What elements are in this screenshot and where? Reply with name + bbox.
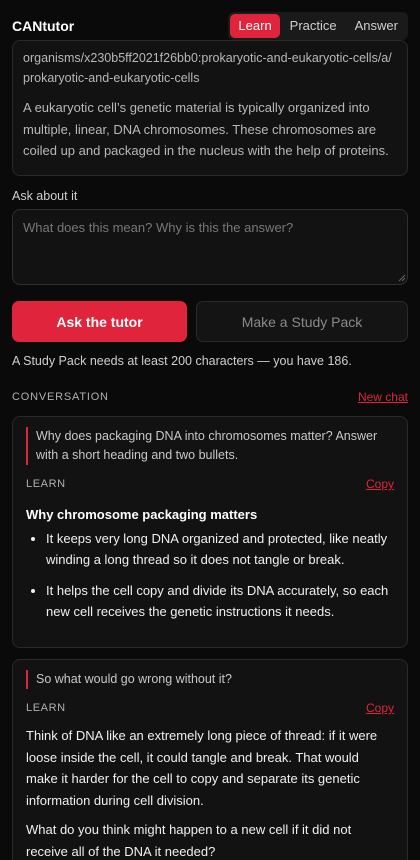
answer-paragraph: Think of DNA like an extremely long piec…	[26, 728, 378, 808]
source-content[interactable]: organisms/x230b5ff2021f26bb0:prokaryotic…	[12, 40, 408, 176]
mode-label: LEARN	[26, 478, 66, 490]
ask-tutor-button[interactable]: Ask the tutor	[12, 301, 187, 342]
resize-handle-icon[interactable]	[398, 274, 406, 282]
study-pack-hint: A Study Pack needs at least 200 characte…	[12, 354, 352, 368]
message-card: Why does packaging DNA into chromosomes …	[12, 416, 408, 648]
tab-practice[interactable]: Practice	[282, 14, 345, 38]
copy-button[interactable]: Copy	[366, 701, 394, 715]
answer-heading: Why chromosome packaging matters	[26, 507, 258, 522]
answer-paragraph: What do you think might happen to a new …	[26, 822, 352, 859]
mode-label: LEARN	[26, 702, 66, 714]
study-pack-button[interactable]: Make a Study Pack	[196, 301, 408, 342]
new-chat-link[interactable]: New chat	[358, 390, 408, 404]
ask-label: Ask about it	[12, 189, 78, 203]
source-url-text: organisms/x230b5ff2021f26bb0:prokaryotic…	[23, 51, 392, 85]
copy-button[interactable]: Copy	[366, 477, 394, 491]
message-card: So what would go wrong without it? LEARN…	[12, 659, 408, 860]
app-title: CANtutor	[12, 18, 75, 34]
answer-bullet: It helps the cell copy and divide its DN…	[46, 580, 394, 622]
source-body-text: A eukaryotic cell’s genetic material is …	[23, 100, 389, 158]
tab-answer[interactable]: Answer	[347, 14, 406, 38]
user-question: So what would go wrong without it?	[26, 670, 394, 689]
user-question: Why does packaging DNA into chromosomes …	[26, 427, 394, 465]
answer-bullets: It keeps very long DNA organized and pro…	[26, 528, 394, 622]
answer-bullet: It keeps very long DNA organized and pro…	[46, 528, 394, 570]
question-input[interactable]	[12, 209, 408, 285]
tab-learn[interactable]: Learn	[230, 14, 280, 38]
conversation-heading: CONVERSATION	[12, 391, 109, 403]
mode-tabs: Learn Practice Answer	[228, 12, 408, 40]
